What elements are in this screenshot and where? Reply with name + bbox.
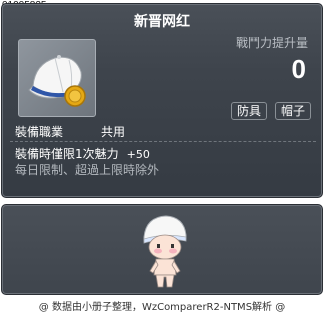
effect-bonus: +50 bbox=[126, 148, 150, 161]
item-icon-frame bbox=[18, 39, 96, 117]
cap-icon bbox=[28, 55, 86, 107]
divider bbox=[10, 141, 316, 142]
job-value: 共用 bbox=[101, 125, 126, 139]
effect-line: 裝備時僅限1次魅力 +50 bbox=[15, 145, 150, 162]
power-increase-label: 戰鬥力提升量 bbox=[235, 36, 308, 50]
item-title: 新晋网红 bbox=[134, 14, 190, 30]
limit-text: 每日限制、超過上限時除外 bbox=[15, 163, 160, 177]
item-tooltip: 新晋网红 戰鬥力提升量 0 防具 帽子 裝備職業 共用 裝備時僅限1次魅力 +50… bbox=[1, 3, 323, 198]
job-label: 裝備職業 bbox=[15, 125, 64, 139]
power-increase-value: 0 bbox=[291, 54, 306, 84]
footer-credit: @ 数据由小册子整理，WzComparerR2-NTMS解析 @ bbox=[38, 302, 286, 313]
effect-text: 裝備時僅限1次魅力 bbox=[15, 147, 119, 161]
tag-hat: 帽子 bbox=[275, 102, 312, 120]
tag-armor: 防具 bbox=[231, 102, 268, 120]
character-avatar-icon bbox=[143, 215, 187, 288]
avatar-preview-panel bbox=[1, 204, 323, 295]
